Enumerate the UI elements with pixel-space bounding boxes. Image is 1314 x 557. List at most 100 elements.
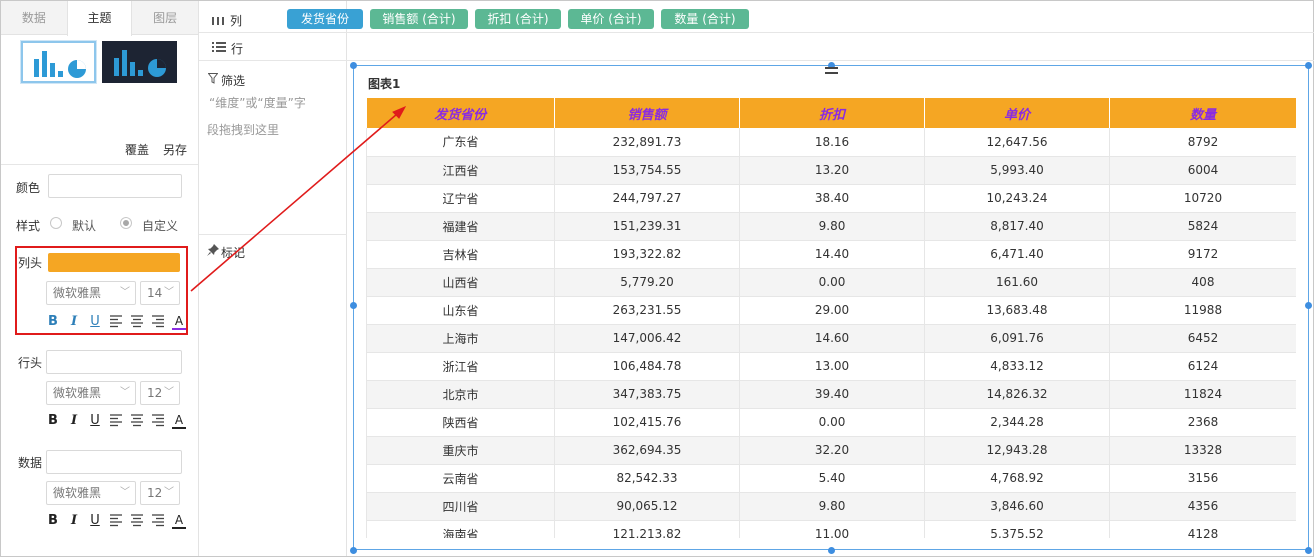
align-right-icon[interactable] bbox=[151, 513, 165, 529]
data-size-value: 12 bbox=[147, 486, 163, 500]
table-row: 辽宁省 244,797.27 38.40 10,243.24 10720 bbox=[366, 184, 1296, 213]
column-header-cell[interactable]: 折扣 bbox=[739, 98, 925, 128]
column-header-font-select[interactable]: 微软雅黑 ﹀ bbox=[46, 281, 136, 305]
font-color-button[interactable]: A bbox=[172, 314, 186, 330]
style-default-radio[interactable] bbox=[50, 217, 62, 229]
resize-handle[interactable] bbox=[350, 547, 357, 554]
font-color-button[interactable]: A bbox=[172, 513, 186, 529]
color-label: 颜色 bbox=[16, 181, 41, 195]
column-header-color-swatch[interactable] bbox=[48, 253, 180, 272]
shelf-pill-2[interactable]: 折扣 (合计) bbox=[475, 9, 561, 29]
table-cell: 90,065.12 bbox=[554, 492, 740, 521]
align-right-icon[interactable] bbox=[151, 413, 165, 429]
style-default-label: 默认 bbox=[72, 219, 97, 233]
shelf-pill-1[interactable]: 销售额 (合计) bbox=[370, 9, 468, 29]
underline-button[interactable]: U bbox=[88, 314, 102, 330]
table-cell: 193,322.82 bbox=[554, 240, 740, 269]
align-center-icon[interactable] bbox=[130, 413, 144, 429]
table-cell: 0.00 bbox=[739, 268, 925, 297]
table-cell: 12,647.56 bbox=[924, 128, 1110, 157]
tab-data[interactable]: 数据 bbox=[1, 1, 67, 35]
data-color-input[interactable] bbox=[46, 450, 182, 474]
row-header-label: 行头 bbox=[18, 356, 43, 370]
table-cell: 5,993.40 bbox=[924, 156, 1110, 185]
table-cell: 408 bbox=[1109, 268, 1296, 297]
row-header-color-input[interactable] bbox=[46, 350, 182, 374]
align-right-icon[interactable] bbox=[151, 314, 165, 330]
style-custom-radio[interactable] bbox=[120, 217, 132, 229]
underline-button[interactable]: U bbox=[88, 413, 102, 429]
align-left-icon[interactable] bbox=[109, 413, 123, 429]
column-header-cell[interactable]: 发货省份 bbox=[366, 98, 555, 128]
table-cell: 辽宁省 bbox=[366, 184, 555, 213]
italic-button[interactable]: I bbox=[67, 513, 81, 529]
table-row: 云南省 82,542.33 5.40 4,768.92 3156 bbox=[366, 464, 1296, 493]
align-left-icon[interactable] bbox=[109, 314, 123, 330]
row-header-font-value: 微软雅黑 bbox=[53, 386, 102, 400]
table-cell: 北京市 bbox=[366, 380, 555, 409]
bold-button[interactable]: B bbox=[46, 513, 60, 529]
column-header-cell[interactable]: 销售额 bbox=[554, 98, 740, 128]
bold-button[interactable]: B bbox=[46, 413, 60, 429]
data-table-viewport[interactable]: 发货省份 销售额 折扣 单价 数量 广东省 232,891.73 18.16 12,647.5… bbox=[366, 98, 1296, 538]
shelf-pill-3[interactable]: 单价 (合计) bbox=[568, 9, 654, 29]
row-header-size-value: 12 bbox=[147, 386, 163, 400]
shelf-pill-0[interactable]: 发货省份 bbox=[287, 9, 363, 29]
resize-handle[interactable] bbox=[350, 302, 357, 309]
resize-handle[interactable] bbox=[1305, 62, 1312, 69]
column-header-cell[interactable]: 数量 bbox=[1109, 98, 1296, 128]
data-size-select[interactable]: 12 ﹀ bbox=[140, 481, 180, 505]
font-color-button[interactable]: A bbox=[172, 413, 186, 429]
resize-handle[interactable] bbox=[828, 547, 835, 554]
table-cell: 4356 bbox=[1109, 492, 1296, 521]
table-cell: 3156 bbox=[1109, 464, 1296, 493]
align-left-icon[interactable] bbox=[109, 513, 123, 529]
table-cell: 江西省 bbox=[366, 156, 555, 185]
align-center-icon[interactable] bbox=[130, 513, 144, 529]
tab-theme[interactable]: 主题 bbox=[66, 1, 133, 36]
tab-layer[interactable]: 图层 bbox=[132, 1, 198, 35]
drag-grip-icon[interactable] bbox=[825, 67, 838, 74]
table-row: 吉林省 193,322.82 14.40 6,471.40 9172 bbox=[366, 240, 1296, 269]
italic-button[interactable]: I bbox=[67, 314, 81, 330]
bold-button[interactable]: B bbox=[46, 314, 60, 330]
table-row: 重庆市 362,694.35 32.20 12,943.28 13328 bbox=[366, 436, 1296, 465]
table-cell: 263,231.55 bbox=[554, 296, 740, 325]
table-cell: 13.00 bbox=[739, 352, 925, 381]
row-header-font-select[interactable]: 微软雅黑 ﹀ bbox=[46, 381, 136, 405]
table-cell: 106,484.78 bbox=[554, 352, 740, 381]
data-font-select[interactable]: 微软雅黑 ﹀ bbox=[46, 481, 136, 505]
table-row: 山西省 5,779.20 0.00 161.60 408 bbox=[366, 268, 1296, 297]
table-cell: 6004 bbox=[1109, 156, 1296, 185]
shelf-pill-4[interactable]: 数量 (合计) bbox=[661, 9, 749, 29]
columns-icon bbox=[212, 17, 224, 25]
table-cell: 6124 bbox=[1109, 352, 1296, 381]
chevron-down-icon: ﹀ bbox=[164, 287, 174, 298]
row-header-size-select[interactable]: 12 ﹀ bbox=[140, 381, 180, 405]
data-font-value: 微软雅黑 bbox=[53, 486, 102, 500]
theme-dark-thumbnail[interactable] bbox=[102, 41, 177, 83]
column-header-size-select[interactable]: 14 ﹀ bbox=[140, 281, 180, 305]
column-header-cell[interactable]: 单价 bbox=[924, 98, 1110, 128]
table-row: 北京市 347,383.75 39.40 14,826.32 11824 bbox=[366, 380, 1296, 409]
style-label: 样式 bbox=[16, 219, 41, 233]
table-cell: 13.20 bbox=[739, 156, 925, 185]
italic-button[interactable]: I bbox=[67, 413, 81, 429]
resize-handle[interactable] bbox=[350, 62, 357, 69]
table-cell: 上海市 bbox=[366, 324, 555, 353]
overwrite-link[interactable]: 覆盖 bbox=[125, 141, 149, 158]
table-cell: 5,375.52 bbox=[924, 520, 1110, 538]
table-cell: 102,415.76 bbox=[554, 408, 740, 437]
color-input[interactable] bbox=[48, 174, 182, 198]
left-panel: 数据 主题 图层 覆盖 另存 颜色 样式 默认 自定义 列头 微软雅黑 ﹀ 14… bbox=[1, 1, 199, 556]
underline-button[interactable]: U bbox=[88, 513, 102, 529]
table-cell: 重庆市 bbox=[366, 436, 555, 465]
filter-icon bbox=[208, 73, 218, 84]
theme-light-thumbnail[interactable] bbox=[21, 41, 96, 83]
resize-handle[interactable] bbox=[1305, 302, 1312, 309]
align-center-icon[interactable] bbox=[130, 314, 144, 330]
filter-hint[interactable]: “维度”或“度量”字 段拖拽到这里 bbox=[207, 90, 306, 144]
save-as-link[interactable]: 另存 bbox=[163, 141, 187, 158]
table-cell: 121,213.82 bbox=[554, 520, 740, 538]
resize-handle[interactable] bbox=[1305, 547, 1312, 554]
